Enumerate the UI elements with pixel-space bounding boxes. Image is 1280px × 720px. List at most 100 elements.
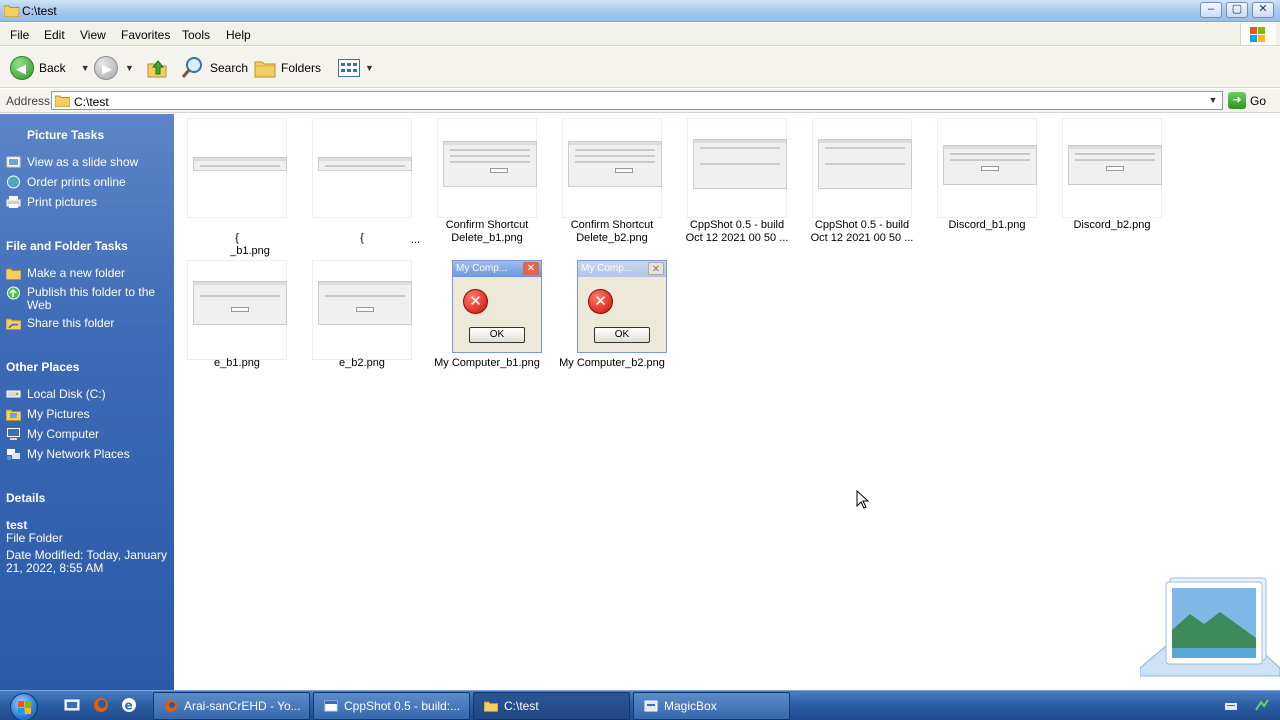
taskbar-item-firefox[interactable]: Arai-sanCrEHD - Yo... (153, 692, 310, 720)
folders-icon (254, 61, 276, 78)
back-arrow-icon: ◀ (10, 56, 34, 80)
toolbar: ◀ Back ▼ ▶ ▼ Search Folders ▼ (0, 47, 1280, 88)
up-button[interactable] (146, 55, 168, 81)
views-dropdown-icon[interactable]: ▼ (365, 63, 374, 73)
error-icon: ✕ (463, 289, 488, 314)
picture-tasks-heading: Picture Tasks (27, 128, 105, 142)
mouse-cursor-icon (856, 490, 870, 509)
network-places-icon (7, 449, 20, 460)
address-label: Address (6, 94, 51, 108)
file-item[interactable]: My Comp... ✕ ✕ OK My Computer_b1.png (427, 260, 547, 380)
svg-text:e: e (125, 699, 133, 713)
my-pictures-icon (6, 409, 21, 421)
file-item[interactable]: My Comp... ✕ ✕ OK My Computer_b2.png (552, 260, 672, 380)
title-bar[interactable]: C:\test – ▢ ✕ (0, 0, 1280, 22)
file-view[interactable]: { _b1.png { ... Confirm Shortcut Delete_… (174, 114, 1280, 690)
other-places-heading: Other Places (6, 360, 80, 374)
menu-view[interactable]: View (80, 28, 106, 42)
error-icon: ✕ (588, 289, 613, 314)
error-dialog-title: My Comp... (581, 263, 633, 274)
menu-bar: File Edit View Favorites Tools Help (0, 23, 1280, 46)
print-pictures-link[interactable]: Print pictures (6, 195, 97, 209)
my-pictures-link[interactable]: My Pictures (6, 407, 90, 421)
menu-file[interactable]: File (10, 28, 29, 42)
file-item[interactable]: CppShot 0.5 - build Oct 12 2021 00 50 ..… (802, 118, 922, 258)
minimize-button[interactable]: – (1200, 2, 1222, 18)
taskbar-item-label: C:\test (504, 699, 539, 713)
file-item[interactable]: e_b2.png (302, 260, 422, 380)
file-name-line1: { (235, 232, 239, 244)
file-item[interactable]: Confirm Shortcut Delete_b1.png (427, 118, 547, 258)
file-item[interactable]: { ... (302, 118, 422, 258)
address-dropdown-icon[interactable]: ▼ (1206, 93, 1220, 108)
file-item[interactable]: Discord_b2.png (1052, 118, 1172, 258)
publish-web-link[interactable]: Publish this folder to the Web (6, 286, 171, 312)
file-item[interactable]: { _b1.png (177, 118, 297, 258)
folders-button[interactable]: Folders (254, 55, 321, 81)
folder-icon (4, 5, 19, 17)
menu-edit[interactable]: Edit (44, 28, 65, 42)
folders-label: Folders (281, 61, 322, 75)
file-thumbnail (1062, 118, 1162, 218)
my-network-places-link[interactable]: My Network Places (6, 447, 130, 461)
order-prints-link[interactable]: Order prints online (6, 175, 126, 189)
error-dialog-preview: My Comp... ✕ ✕ OK (452, 260, 542, 353)
address-input[interactable]: C:\test ▼ (51, 91, 1223, 110)
slideshow-icon (6, 156, 21, 168)
task-pane: Picture Tasks View as a slide show Order… (0, 114, 174, 690)
firefox-icon[interactable] (93, 697, 109, 713)
internet-explorer-icon[interactable]: e (121, 697, 137, 713)
close-button[interactable]: ✕ (1252, 2, 1274, 18)
search-button[interactable]: Search (181, 55, 248, 81)
file-item[interactable]: e_b1.png (177, 260, 297, 380)
taskbar-item-cppshot[interactable]: CppShot 0.5 - build:... (313, 692, 470, 720)
hard-drive-icon (6, 390, 21, 398)
taskbar-item-magicbox[interactable]: MagicBox (633, 692, 790, 720)
taskbar-item-label: CppShot 0.5 - build:... (344, 699, 461, 713)
error-ok-button: OK (469, 327, 525, 343)
close-icon: ✕ (648, 262, 664, 275)
views-button[interactable]: ▼ (338, 55, 374, 81)
my-pictures-label: My Pictures (27, 407, 90, 421)
back-dropdown-icon[interactable]: ▼ (81, 63, 90, 73)
folder-icon (55, 95, 70, 107)
file-item[interactable]: Confirm Shortcut Delete_b2.png (552, 118, 672, 258)
file-name-line1: e_b1.png (214, 357, 260, 369)
start-button[interactable] (10, 693, 38, 720)
taskbar-item-explorer[interactable]: C:\test (473, 692, 630, 720)
go-button[interactable]: ➜ Go (1228, 92, 1266, 109)
file-name-line2: Delete_b2.png (576, 232, 648, 244)
keyboard-icon[interactable] (1224, 699, 1238, 713)
local-disk-link[interactable]: Local Disk (C:) (6, 387, 106, 401)
error-dialog-title: My Comp... (456, 263, 508, 274)
system-tray (1218, 691, 1280, 720)
photo-album-icon (1140, 577, 1280, 677)
show-desktop-icon[interactable] (64, 697, 80, 713)
file-name-line1: CppShot 0.5 - build (814, 219, 910, 231)
menu-favorites[interactable]: Favorites (121, 28, 170, 42)
file-name-line1: CppShot 0.5 - build (689, 219, 785, 231)
file-item[interactable]: CppShot 0.5 - build Oct 12 2021 00 50 ..… (677, 118, 797, 258)
address-value: C:\test (74, 95, 109, 109)
forward-button[interactable]: ▶ ▼ (94, 55, 134, 81)
file-name-line2: Oct 12 2021 00 50 ... (810, 232, 914, 244)
maximize-button[interactable]: ▢ (1226, 2, 1248, 18)
file-thumbnail (937, 118, 1037, 218)
publish-web-label: Publish this folder to the Web (27, 285, 156, 312)
share-folder-link[interactable]: Share this folder (6, 316, 114, 330)
error-dialog-preview: My Comp... ✕ ✕ OK (577, 260, 667, 353)
menu-tools[interactable]: Tools (182, 28, 210, 42)
new-folder-label: Make a new folder (27, 266, 126, 280)
menu-help[interactable]: Help (226, 28, 251, 42)
back-button[interactable]: ◀ Back ▼ (10, 55, 90, 81)
forward-dropdown-icon[interactable]: ▼ (125, 63, 134, 73)
network-status-icon[interactable] (1254, 698, 1270, 714)
new-folder-link[interactable]: Make a new folder (6, 266, 125, 280)
share-folder-icon (6, 318, 21, 330)
my-computer-link[interactable]: My Computer (6, 427, 99, 441)
slideshow-link[interactable]: View as a slide show (6, 155, 138, 169)
file-item[interactable]: Discord_b1.png (927, 118, 1047, 258)
file-name-line1: Confirm Shortcut (570, 219, 654, 231)
new-folder-icon (6, 268, 21, 280)
views-icon (338, 59, 360, 77)
